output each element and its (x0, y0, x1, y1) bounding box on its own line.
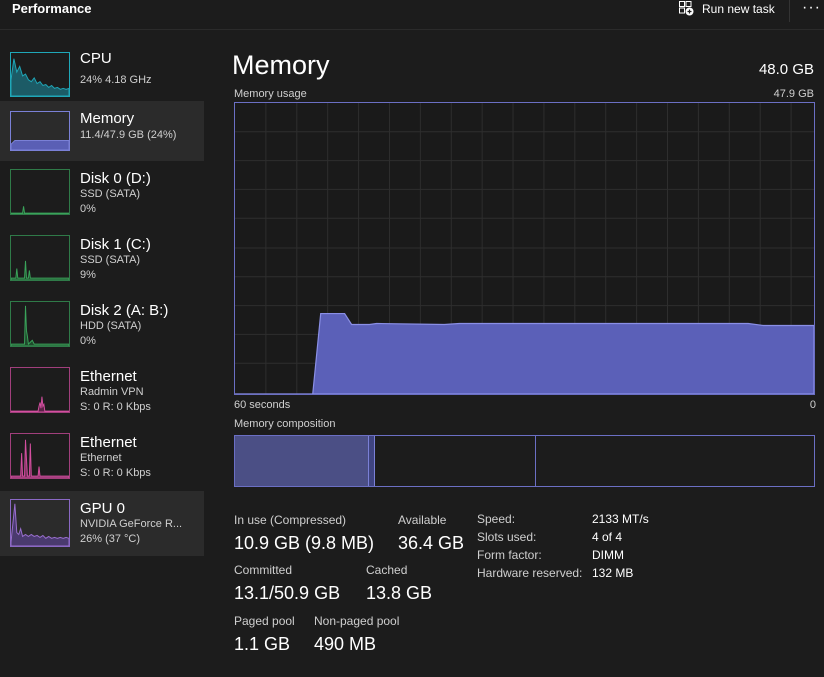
memory-usage-label: Memory usage (234, 88, 307, 100)
cached-label: Cached (366, 563, 408, 577)
composition-free (536, 436, 814, 486)
top-bar: Performance Run new task ··· (0, 0, 824, 30)
sidebar-item-ethernet[interactable]: Ethernet Ethernet S: 0 R: 0 Kbps (0, 431, 204, 491)
ethernet-thumbnail (10, 433, 70, 479)
speed-label: Speed: (477, 512, 516, 526)
slots-used-label: Slots used: (477, 530, 537, 544)
sidebar-item-gpu-0[interactable]: GPU 0 NVIDIA GeForce R... 26% (37 °C) (0, 491, 204, 556)
page-title: Performance (12, 1, 92, 16)
sidebar-item-memory[interactable]: Memory 11.4/47.9 GB (24%) (0, 101, 204, 161)
memory-thumbnail (10, 111, 70, 151)
run-new-task-label: Run new task (702, 2, 775, 16)
sidebar-item-value: 26% (37 °C) (80, 533, 141, 545)
run-new-task-button[interactable]: Run new task (678, 0, 775, 18)
hardware-reserved-label: Hardware reserved: (477, 566, 583, 580)
memory-usage-graph (234, 102, 815, 395)
sidebar-item-label: CPU (80, 50, 112, 67)
toolbar-divider (789, 0, 790, 22)
paged-pool-value: 1.1 GB (234, 634, 291, 654)
sidebar-item-detail: 24% 4.18 GHz (80, 74, 152, 86)
sidebar-item-detail: 11.4/47.9 GB (24%) (80, 129, 177, 141)
sidebar-item-detail: Radmin VPN (80, 386, 144, 398)
graph-time-end: 0 (809, 399, 816, 411)
ethernet-radmin-thumbnail (10, 367, 70, 413)
composition-in-use (235, 436, 369, 486)
memory-usage-max: 47.9 GB (773, 88, 814, 100)
memory-title: Memory (232, 50, 330, 80)
run-task-icon (678, 0, 694, 19)
memory-usage-area (235, 312, 814, 394)
paged-pool-label: Paged pool (234, 614, 295, 628)
more-options-icon[interactable]: ··· (802, 0, 821, 17)
total-memory: 48.0 GB (758, 61, 814, 78)
composition-standby (375, 436, 536, 486)
disk-1-thumbnail (10, 235, 70, 281)
disk-0-thumbnail (10, 169, 70, 215)
committed-label: Committed (234, 563, 293, 577)
sidebar-item-detail: SSD (SATA) (80, 254, 141, 266)
sidebar-item-disk-1[interactable]: Disk 1 (C:) SSD (SATA) 9% (0, 233, 204, 293)
sidebar-item-label: Ethernet (80, 368, 137, 385)
speed-value: 2133 MT/s (592, 512, 649, 526)
sidebar-item-value: 9% (80, 269, 96, 281)
sidebar-item-value: 0% (80, 203, 96, 215)
sidebar-item-detail: SSD (SATA) (80, 188, 141, 200)
committed-value: 13.1/50.9 GB (234, 583, 341, 603)
slots-used-value: 4 of 4 (592, 530, 623, 544)
memory-composition-label: Memory composition (234, 418, 336, 430)
sidebar-item-value: S: 0 R: 0 Kbps (80, 401, 151, 413)
sidebar-item-disk-0[interactable]: Disk 0 (D:) SSD (SATA) 0% (0, 167, 204, 227)
non-paged-pool-value: 490 MB (314, 634, 377, 654)
sidebar-item-ethernet-radmin[interactable]: Ethernet Radmin VPN S: 0 R: 0 Kbps (0, 365, 204, 425)
memory-composition-bar (234, 435, 815, 487)
cached-value: 13.8 GB (366, 583, 433, 603)
sidebar-item-detail: NVIDIA GeForce R... (80, 518, 183, 530)
sidebar-item-detail: HDD (SATA) (80, 320, 142, 332)
non-paged-pool-label: Non-paged pool (314, 614, 400, 628)
available-value: 36.4 GB (398, 533, 465, 553)
sidebar-item-label: GPU 0 (80, 500, 126, 517)
sidebar-item-label: Disk 1 (C:) (80, 236, 151, 253)
sidebar-item-detail: Ethernet (80, 452, 122, 464)
sidebar-item-cpu[interactable]: CPU 24% 4.18 GHz (0, 40, 204, 100)
in-use-label: In use (Compressed) (234, 513, 347, 527)
sidebar-item-label: Disk 0 (D:) (80, 170, 151, 187)
graph-time-start: 60 seconds (234, 399, 291, 411)
available-label: Available (398, 513, 447, 527)
cpu-thumbnail (10, 52, 70, 97)
sidebar-item-label: Disk 2 (A: B:) (80, 302, 169, 319)
form-factor-value: DIMM (592, 548, 624, 562)
form-factor-label: Form factor: (477, 548, 542, 562)
hardware-reserved-value: 132 MB (592, 566, 634, 580)
sidebar-item-value: 0% (80, 335, 96, 347)
sidebar-item-value: S: 0 R: 0 Kbps (80, 467, 151, 479)
disk-2-thumbnail (10, 301, 70, 347)
sidebar-item-label: Memory (80, 110, 135, 127)
in-use-value: 10.9 GB (9.8 MB) (234, 533, 375, 553)
sidebar-item-disk-2[interactable]: Disk 2 (A: B:) HDD (SATA) 0% (0, 299, 204, 359)
sidebar: CPU 24% 4.18 GHz Memory 11.4/47.9 GB (24… (0, 34, 205, 677)
sidebar-item-label: Ethernet (80, 434, 137, 451)
gpu-thumbnail (10, 499, 70, 547)
